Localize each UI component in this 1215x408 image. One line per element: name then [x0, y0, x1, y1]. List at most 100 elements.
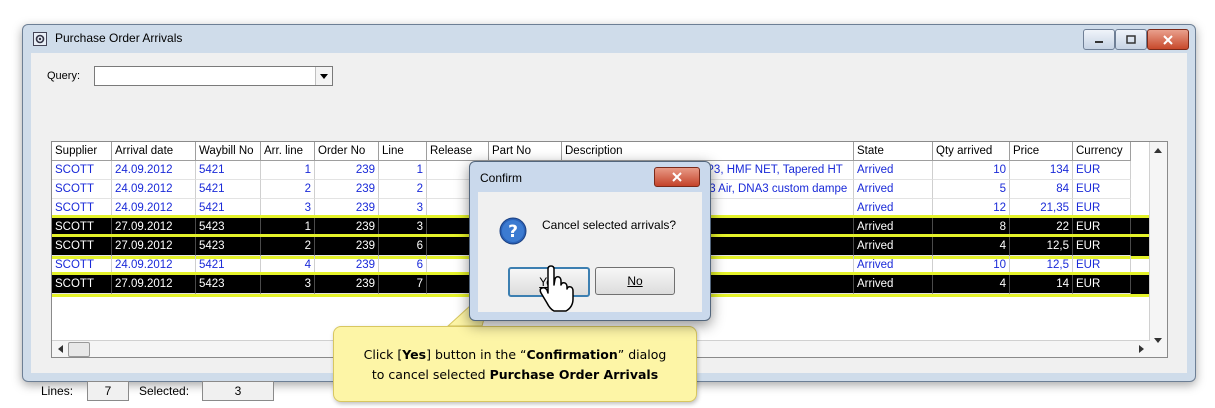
cell-waybill-no[interactable]: 5421: [196, 256, 261, 275]
cell-state[interactable]: Arrived: [854, 161, 933, 180]
cell-order-no[interactable]: 239: [315, 218, 379, 237]
cell-currency[interactable]: EUR: [1073, 180, 1131, 199]
cell-state[interactable]: Arrived: [854, 199, 933, 218]
column-header[interactable]: Waybill No: [196, 142, 261, 161]
column-header[interactable]: Arr. line: [261, 142, 315, 161]
cell-qty-arrived[interactable]: 5: [933, 180, 1010, 199]
cell-supplier[interactable]: SCOTT: [52, 199, 112, 218]
cell-supplier[interactable]: SCOTT: [52, 275, 112, 294]
cell-line[interactable]: 3: [379, 218, 427, 237]
column-header[interactable]: Currency: [1073, 142, 1131, 161]
chevron-left-icon[interactable]: [58, 345, 63, 353]
cell-currency[interactable]: EUR: [1073, 161, 1131, 180]
query-dropdown[interactable]: [94, 66, 333, 86]
cell-supplier[interactable]: SCOTT: [52, 256, 112, 275]
column-header[interactable]: Line: [379, 142, 427, 161]
cell-state[interactable]: Arrived: [854, 180, 933, 199]
cell-qty-arrived[interactable]: 8: [933, 218, 1010, 237]
cell-arrival-date[interactable]: 24.09.2012: [112, 180, 196, 199]
cell-arr-line[interactable]: 3: [261, 199, 315, 218]
cell-currency[interactable]: EUR: [1073, 275, 1131, 294]
cell-arr-line[interactable]: 4: [261, 256, 315, 275]
cell-line[interactable]: 6: [379, 237, 427, 256]
column-header[interactable]: Price: [1010, 142, 1073, 161]
column-header[interactable]: Release: [427, 142, 489, 161]
cell-state[interactable]: Arrived: [854, 256, 933, 275]
cell-order-no[interactable]: 239: [315, 180, 379, 199]
column-header[interactable]: Supplier: [52, 142, 112, 161]
cell-order-no[interactable]: 239: [315, 161, 379, 180]
column-header[interactable]: Part No: [489, 142, 562, 161]
cell-qty-arrived[interactable]: 4: [933, 237, 1010, 256]
cell-order-no[interactable]: 239: [315, 237, 379, 256]
column-header[interactable]: Arrival date: [112, 142, 196, 161]
cell-arrival-date[interactable]: 24.09.2012: [112, 161, 196, 180]
confirm-dialog: Confirm ? Cancel selected arrivals? Yes …: [469, 161, 711, 321]
cell-supplier[interactable]: SCOTT: [52, 180, 112, 199]
cell-line[interactable]: 3: [379, 199, 427, 218]
cell-arrival-date[interactable]: 27.09.2012: [112, 218, 196, 237]
close-button[interactable]: [1147, 29, 1189, 50]
cell-arr-line[interactable]: 1: [261, 161, 315, 180]
cell-order-no[interactable]: 239: [315, 275, 379, 294]
cell-line[interactable]: 1: [379, 161, 427, 180]
column-header[interactable]: Description: [562, 142, 854, 161]
column-header[interactable]: Order No: [315, 142, 379, 161]
instruction-callout: Click [Yes] button in the “Confirmation”…: [333, 326, 697, 402]
cell-state[interactable]: Arrived: [854, 237, 933, 256]
cell-supplier[interactable]: SCOTT: [52, 161, 112, 180]
dialog-close-button[interactable]: [654, 167, 700, 187]
cell-currency[interactable]: EUR: [1073, 256, 1131, 275]
cell-order-no[interactable]: 239: [315, 199, 379, 218]
minimize-button[interactable]: [1083, 29, 1115, 50]
dropdown-arrow-button[interactable]: [315, 67, 332, 85]
cell-qty-arrived[interactable]: 12: [933, 199, 1010, 218]
cell-arr-line[interactable]: 2: [261, 237, 315, 256]
window-titlebar[interactable]: Purchase Order Arrivals: [23, 25, 1195, 51]
cell-line[interactable]: 6: [379, 256, 427, 275]
cell-qty-arrived[interactable]: 10: [933, 161, 1010, 180]
cell-currency[interactable]: EUR: [1073, 199, 1131, 218]
chevron-down-icon: [320, 73, 328, 79]
maximize-button[interactable]: [1115, 29, 1147, 50]
cell-price[interactable]: 12,5: [1010, 256, 1073, 275]
cell-currency[interactable]: EUR: [1073, 218, 1131, 237]
cell-waybill-no[interactable]: 5421: [196, 199, 261, 218]
cell-price[interactable]: 84: [1010, 180, 1073, 199]
cell-line[interactable]: 2: [379, 180, 427, 199]
cell-state[interactable]: Arrived: [854, 275, 933, 294]
vertical-scrollbar[interactable]: [1149, 142, 1167, 357]
cell-waybill-no[interactable]: 5423: [196, 237, 261, 256]
chevron-up-icon[interactable]: [1154, 148, 1162, 153]
column-header[interactable]: Qty arrived: [933, 142, 1010, 161]
cell-waybill-no[interactable]: 5423: [196, 218, 261, 237]
column-header[interactable]: State: [854, 142, 933, 161]
cell-waybill-no[interactable]: 5421: [196, 161, 261, 180]
cell-qty-arrived[interactable]: 4: [933, 275, 1010, 294]
no-button[interactable]: No: [595, 267, 675, 295]
cell-waybill-no[interactable]: 5423: [196, 275, 261, 294]
cell-arrival-date[interactable]: 27.09.2012: [112, 237, 196, 256]
cell-supplier[interactable]: SCOTT: [52, 237, 112, 256]
cell-price[interactable]: 134: [1010, 161, 1073, 180]
cell-arr-line[interactable]: 3: [261, 275, 315, 294]
cell-arrival-date[interactable]: 24.09.2012: [112, 256, 196, 275]
gear-grid-icon: [33, 32, 47, 46]
cell-arr-line[interactable]: 2: [261, 180, 315, 199]
cell-price[interactable]: 14: [1010, 275, 1073, 294]
chevron-down-icon[interactable]: [1154, 338, 1162, 343]
cell-arr-line[interactable]: 1: [261, 218, 315, 237]
cell-supplier[interactable]: SCOTT: [52, 218, 112, 237]
cell-waybill-no[interactable]: 5421: [196, 180, 261, 199]
cell-price[interactable]: 21,35: [1010, 199, 1073, 218]
cell-order-no[interactable]: 239: [315, 256, 379, 275]
horizontal-scroll-thumb[interactable]: [68, 342, 90, 357]
cell-price[interactable]: 12,5: [1010, 237, 1073, 256]
cell-currency[interactable]: EUR: [1073, 237, 1131, 256]
chevron-right-icon[interactable]: [1139, 345, 1144, 353]
cell-state[interactable]: Arrived: [854, 218, 933, 237]
cell-arrival-date[interactable]: 27.09.2012: [112, 275, 196, 294]
cell-arrival-date[interactable]: 24.09.2012: [112, 199, 196, 218]
cell-qty-arrived[interactable]: 10: [933, 256, 1010, 275]
cell-price[interactable]: 22: [1010, 218, 1073, 237]
